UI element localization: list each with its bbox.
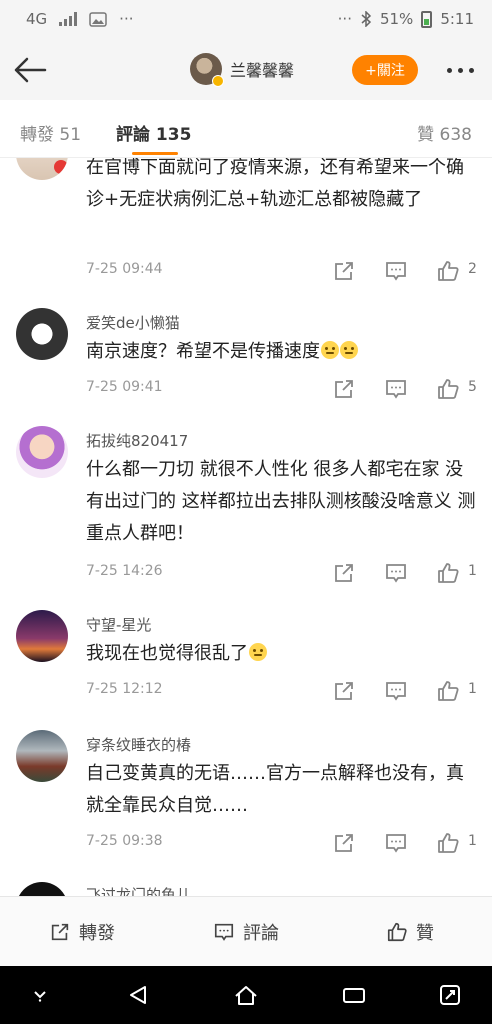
network-type: 4G [26,10,48,28]
more-dot-icon [446,67,452,73]
comment-item: 拓拔纯820417 什么都一刀切 就很不人性化 很多人都宅在家 没有出过门的 这… [0,426,492,598]
commenter-avatar[interactable] [16,610,68,662]
follow-button[interactable]: +關注 [352,55,418,85]
recents-icon [343,988,365,1003]
comment-label: 評論 [243,922,279,944]
commenter-name[interactable]: 守望-星光 [86,614,151,635]
more-dot-icon [457,67,463,73]
comment-list[interactable]: 在官博下面就问了疫情来源，还有希望来一个确诊+无症状病例汇总+轨迹汇总都被隐藏了… [0,158,492,896]
comment-text: 在官博下面就问了疫情来源，还有希望来一个确诊+无症状病例汇总+轨迹汇总都被隐藏了 [86,158,464,210]
triangle-back-icon [130,986,146,1004]
comment-text: 南京速度？希望不是传播速度 [86,336,476,368]
battery-icon [421,10,433,28]
battery-percent: 51% [379,10,414,28]
like-count: 1 [468,563,477,579]
reply-icon[interactable] [384,831,408,855]
like-icon[interactable] [436,377,460,401]
comment-time: 7-25 09:41 [86,379,163,395]
comment-item: 穿条纹睡衣的椿 自己变黄真的无语……官方一点解释也没有，真就全靠民众自觉…… 7… [0,730,492,872]
like-icon[interactable] [436,259,460,283]
comment-item: 守望-星光 我现在也觉得很乱了 7-25 12:12 1 [0,610,492,720]
more-options-button[interactable] [440,58,480,82]
comment-time: 7-25 12:12 [86,681,163,697]
forward-button[interactable]: 轉發 [0,897,164,966]
share-icon[interactable] [332,561,356,585]
verified-badge-icon [212,75,224,87]
tab-forward[interactable]: 轉發 51 [20,120,81,145]
commenter-avatar[interactable] [16,730,68,782]
chevron-down-icon [34,991,46,1002]
commenter-avatar[interactable] [16,426,68,478]
vip-badge-icon [54,160,68,174]
forward-label: 轉發 [79,922,115,944]
comment-time: 7-25 09:44 [86,261,163,277]
like-icon [387,922,407,941]
reply-icon[interactable] [384,377,408,401]
commenter-avatar[interactable] [16,158,68,180]
tab-bar: 轉發 51 評論 135 贊 638 [0,100,492,158]
hide-nav-button[interactable] [26,983,54,1007]
comment-button[interactable]: 評論 [164,897,328,966]
share-icon [51,923,69,940]
status-bar: 4G ··· ··· 51% 5:11 [0,0,492,40]
share-icon[interactable] [332,831,356,855]
like-button[interactable]: 贊 [328,897,492,966]
comment-time: 7-25 09:38 [86,833,163,849]
comment-time: 7-25 14:26 [86,563,163,579]
share-icon[interactable] [332,377,356,401]
like-label: 贊 [416,922,434,944]
back-button[interactable] [10,50,50,90]
author-name[interactable]: 兰馨馨馨 [230,57,294,81]
like-count: 1 [468,833,477,849]
reply-icon[interactable] [384,679,408,703]
back-arrow-icon [14,57,47,83]
tab-like[interactable]: 贊 638 [417,120,472,145]
like-icon[interactable] [436,561,460,585]
system-home-button[interactable] [232,983,260,1007]
like-icon[interactable] [436,831,460,855]
clock: 5:11 [440,10,474,28]
system-screenshot-button[interactable] [436,983,464,1007]
commenter-avatar[interactable] [16,882,68,896]
commenter-name[interactable]: 拓拔纯820417 [86,430,188,451]
reply-icon[interactable] [384,259,408,283]
like-icon[interactable] [436,679,460,703]
system-recents-button[interactable] [340,983,368,1007]
top-nav-bar: 兰馨馨馨 +關注 [0,40,492,100]
commenter-name[interactable]: 飞过龙门的鱼儿 [86,884,191,896]
commenter-name[interactable]: 爱笑de小懒猫 [86,312,180,333]
comment-text: 自己变黄真的无语……官方一点解释也没有，真就全靠民众自觉…… [86,763,464,816]
like-count: 2 [468,261,477,277]
like-count: 1 [468,681,477,697]
share-icon[interactable] [332,259,356,283]
author-info[interactable]: 兰馨馨馨 [190,53,294,87]
reply-icon[interactable] [384,561,408,585]
commenter-name[interactable]: 穿条纹睡衣的椿 [86,734,191,755]
bluetooth-icon [361,11,372,27]
tab-indicator [132,152,178,155]
system-nav-bar [0,966,492,1024]
comment-text: 我现在也觉得很乱了 [86,638,476,670]
commenter-avatar[interactable] [16,308,68,360]
emoji-icon [321,341,339,359]
emoji-icon [249,643,267,661]
more-dot-icon [468,67,474,73]
share-icon[interactable] [332,679,356,703]
like-count: 5 [468,379,477,395]
comment-item: 爱笑de小懒猫 南京速度？希望不是传播速度 7-25 09:41 5 [0,308,492,418]
expand-icon [440,985,460,1005]
system-back-button[interactable] [124,983,152,1007]
status-more: ··· [337,10,352,28]
comment-text: 什么都一刀切 就很不人性化 很多人都宅在家 没有出过门的 这样都拉出去排队测核酸… [86,459,476,544]
home-icon [235,986,257,1005]
emoji-icon [340,341,358,359]
comment-item: 飞过龙门的鱼儿 [0,880,492,896]
image-icon [89,11,107,27]
comment-icon [214,923,234,941]
notification-more: ··· [119,10,134,28]
author-avatar[interactable] [190,53,224,87]
bottom-action-bar: 轉發 評論 贊 [0,896,492,966]
comment-item: 在官博下面就问了疫情来源，还有希望来一个确诊+无症状病例汇总+轨迹汇总都被隐藏了… [0,158,492,288]
signal-icon [59,12,78,26]
